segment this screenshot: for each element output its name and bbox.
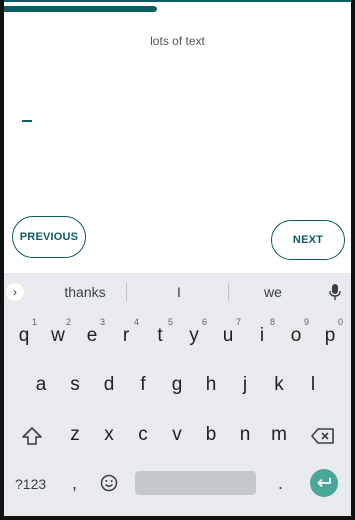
suggestion-1[interactable]: thanks [50, 284, 120, 300]
keyboard: › thanks I we q1 w2 e3 r4 t5 y6 u7 i8 o9… [4, 273, 351, 516]
key-p[interactable]: p0 [315, 317, 345, 347]
suggestion-divider [126, 283, 127, 301]
text-cursor[interactable] [22, 120, 32, 122]
key-d[interactable]: d [94, 374, 124, 396]
key-j[interactable]: j [230, 374, 260, 396]
key-n[interactable]: n [230, 424, 260, 446]
key-y[interactable]: y6 [179, 317, 209, 347]
key-f[interactable]: f [128, 374, 158, 396]
key-o[interactable]: o9 [281, 317, 311, 347]
key-u[interactable]: u7 [213, 317, 243, 347]
key-x[interactable]: x [94, 424, 124, 446]
microphone-icon[interactable] [328, 283, 342, 301]
key-t[interactable]: t5 [145, 317, 175, 347]
emoji-icon[interactable] [100, 474, 118, 492]
screen: lots of text PREVIOUS NEXT › thanks I we… [4, 0, 351, 516]
key-q[interactable]: q1 [9, 317, 39, 347]
key-e[interactable]: e3 [77, 317, 107, 347]
key-b[interactable]: b [196, 424, 226, 446]
key-i[interactable]: i8 [247, 317, 277, 347]
comma-key[interactable]: , [72, 473, 77, 494]
key-s[interactable]: s [60, 374, 90, 396]
key-r[interactable]: r4 [111, 317, 141, 347]
symbols-key[interactable]: ?123 [15, 476, 46, 492]
backspace-icon[interactable] [311, 428, 335, 444]
key-h[interactable]: h [196, 374, 226, 396]
key-l[interactable]: l [298, 374, 328, 396]
key-w[interactable]: w2 [43, 317, 73, 347]
key-g[interactable]: g [162, 374, 192, 396]
next-button[interactable]: NEXT [271, 220, 345, 260]
enter-button[interactable] [310, 469, 338, 497]
key-a[interactable]: a [26, 374, 56, 396]
key-c[interactable]: c [128, 424, 158, 446]
key-m[interactable]: m [264, 424, 294, 446]
top-bar-line [4, 0, 351, 2]
key-z[interactable]: z [60, 424, 90, 446]
chevron-right-icon[interactable]: › [6, 283, 24, 301]
enter-arrow-icon [317, 478, 331, 488]
suggestion-divider [228, 283, 229, 301]
period-key[interactable]: . [278, 473, 283, 494]
key-k[interactable]: k [264, 374, 294, 396]
key-v[interactable]: v [162, 424, 192, 446]
suggestion-3[interactable]: we [238, 284, 308, 300]
progress-bar [4, 6, 157, 12]
shift-icon[interactable] [21, 426, 43, 446]
prompt-text: lots of text [150, 34, 205, 48]
space-bar[interactable] [135, 471, 256, 495]
suggestion-bar: › thanks I we [4, 273, 351, 311]
previous-button[interactable]: PREVIOUS [12, 216, 86, 258]
suggestion-2[interactable]: I [144, 284, 214, 300]
